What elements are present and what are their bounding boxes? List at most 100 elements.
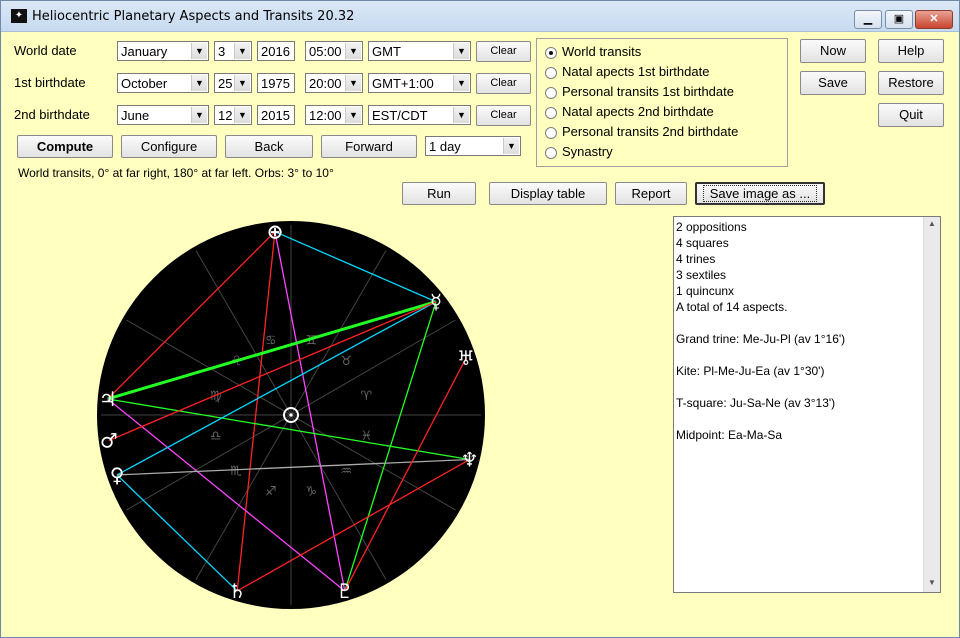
save-button[interactable]: Save: [800, 71, 866, 95]
chevron-down-icon: ▼: [234, 107, 250, 123]
clear-world-button[interactable]: Clear: [476, 41, 531, 62]
radio-icon: [545, 67, 557, 79]
birth2-month-value: June: [121, 108, 150, 123]
zodiac-sign: ♏: [230, 464, 242, 479]
birth2-time-select[interactable]: 12:00 ▼: [305, 105, 363, 125]
minimize-icon: ▁: [863, 13, 873, 25]
result-line: 2 oppositions: [676, 220, 747, 234]
result-line: [676, 411, 922, 427]
maximize-button[interactable]: ▣: [885, 10, 913, 29]
save-image-label: Save image as ...: [702, 185, 818, 202]
restore-button[interactable]: Restore: [878, 71, 944, 95]
birth1-zone-select[interactable]: GMT+1:00 ▼: [368, 73, 471, 93]
window-title: Heliocentric Planetary Aspects and Trans…: [32, 9, 355, 24]
result-line: 4 squares: [676, 236, 729, 250]
title-bar[interactable]: ✦ Heliocentric Planetary Aspects and Tra…: [1, 1, 959, 32]
step-value: 1 day: [429, 139, 461, 154]
planet-uranus-icon: ♅: [457, 346, 475, 370]
birth1-day-select[interactable]: 25 ▼: [214, 73, 252, 93]
result-line: [676, 347, 922, 363]
radio-icon: [545, 87, 557, 99]
forward-button[interactable]: Forward: [321, 135, 417, 158]
mode-radio-group: World transits Natal apects 1st birthdat…: [536, 38, 788, 167]
close-icon: ✕: [929, 13, 939, 25]
birth1-year-field[interactable]: 1975: [257, 73, 295, 93]
world-year-field[interactable]: 2016: [257, 41, 295, 61]
clear-birth2-button[interactable]: Clear: [476, 105, 531, 126]
results-panel[interactable]: 2 oppositions 4 squares 4 trines 3 sextiles…: [673, 216, 941, 593]
app-window: ✦ Heliocentric Planetary Aspects and Tra…: [0, 0, 960, 638]
mode-label: Personal transits 1st birthdate: [562, 84, 734, 99]
chevron-down-icon: ▼: [453, 107, 469, 123]
close-button[interactable]: ✕: [915, 10, 953, 29]
zodiac-sign: ♈: [361, 389, 373, 404]
birth2-year-field[interactable]: 2015: [257, 105, 295, 125]
world-zone-value: GMT: [372, 44, 401, 59]
quit-button[interactable]: Quit: [878, 103, 944, 127]
maximize-icon: ▣: [893, 13, 905, 25]
display-table-button[interactable]: Display table: [489, 182, 607, 205]
world-day-value: 3: [218, 44, 226, 59]
birth2-zone-select[interactable]: EST/CDT ▼: [368, 105, 471, 125]
result-line: [676, 315, 922, 331]
result-line: Grand trine: Me-Ju-Pl (av 1°16'): [676, 332, 846, 346]
world-month-value: January: [121, 44, 168, 59]
configure-button[interactable]: Configure: [121, 135, 217, 158]
result-line: T-square: Ju-Sa-Ne (av 3°13'): [676, 396, 836, 410]
save-image-button[interactable]: Save image as ...: [695, 182, 825, 205]
zodiac-sign: ♋: [265, 334, 277, 349]
result-line: Kite: Pl-Me-Ju-Ea (av 1°30'): [676, 364, 825, 378]
birth2-month-select[interactable]: June ▼: [117, 105, 209, 125]
mode-label: Natal apects 2nd birthdate: [562, 104, 714, 119]
birthdate1-label: 1st birthdate: [14, 75, 86, 90]
planet-neptune-icon: ♆: [461, 448, 479, 472]
minimize-button[interactable]: ▁: [854, 10, 882, 29]
world-month-select[interactable]: January ▼: [117, 41, 209, 61]
chevron-down-icon: ▼: [345, 75, 361, 91]
mode-label: World transits: [562, 44, 642, 59]
planet-earth-icon: ⊕: [267, 220, 284, 244]
result-line: 4 trines: [676, 252, 716, 266]
mode-label: Personal transits 2nd birthdate: [562, 124, 739, 139]
birthdate2-label: 2nd birthdate: [14, 107, 90, 122]
result-line: 3 sextiles: [676, 268, 727, 282]
birth2-time-value: 12:00: [309, 108, 342, 123]
run-button[interactable]: Run: [402, 182, 476, 205]
result-line: 1 quincunx: [676, 284, 735, 298]
world-zone-select[interactable]: GMT ▼: [368, 41, 471, 61]
results-scrollbar[interactable]: ▲ ▼: [923, 217, 940, 592]
help-button[interactable]: Help: [878, 39, 944, 63]
back-button[interactable]: Back: [225, 135, 313, 158]
world-time-select[interactable]: 05:00 ▼: [305, 41, 363, 61]
scroll-down-icon[interactable]: ▼: [926, 578, 938, 590]
chevron-down-icon: ▼: [345, 107, 361, 123]
report-button[interactable]: Report: [615, 182, 687, 205]
birth1-month-select[interactable]: October ▼: [117, 73, 209, 93]
radio-icon: [545, 147, 557, 159]
chevron-down-icon: ▼: [345, 43, 361, 59]
zodiac-sign: ♒: [340, 464, 352, 479]
chevron-down-icon: ▼: [191, 43, 207, 59]
planet-venus-icon: ♀: [110, 463, 125, 487]
chevron-down-icon: ▼: [191, 75, 207, 91]
planet-wheel: ♈♉♊♋♌♍♎♏♐♑♒♓ ⊕☿♅♆♇♄♀♂♃: [97, 220, 485, 609]
result-line: [676, 379, 922, 395]
result-line: A total of 14 aspects.: [676, 300, 788, 314]
step-select[interactable]: 1 day ▼: [425, 136, 521, 156]
zodiac-sign: ♐: [265, 484, 277, 499]
chevron-down-icon: ▼: [234, 75, 250, 91]
chevron-down-icon: ▼: [191, 107, 207, 123]
scroll-up-icon[interactable]: ▲: [926, 219, 938, 231]
now-button[interactable]: Now: [800, 39, 866, 63]
radio-icon: [545, 107, 557, 119]
birth1-time-select[interactable]: 20:00 ▼: [305, 73, 363, 93]
sun-center-dot: [289, 413, 293, 417]
world-day-select[interactable]: 3 ▼: [214, 41, 252, 61]
chevron-down-icon: ▼: [453, 43, 469, 59]
birth2-day-select[interactable]: 12 ▼: [214, 105, 252, 125]
chevron-down-icon: ▼: [503, 138, 519, 154]
radio-selected-icon: [545, 47, 557, 59]
birth2-day-value: 12: [218, 108, 233, 123]
clear-birth1-button[interactable]: Clear: [476, 73, 531, 94]
compute-button[interactable]: Compute: [17, 135, 113, 158]
